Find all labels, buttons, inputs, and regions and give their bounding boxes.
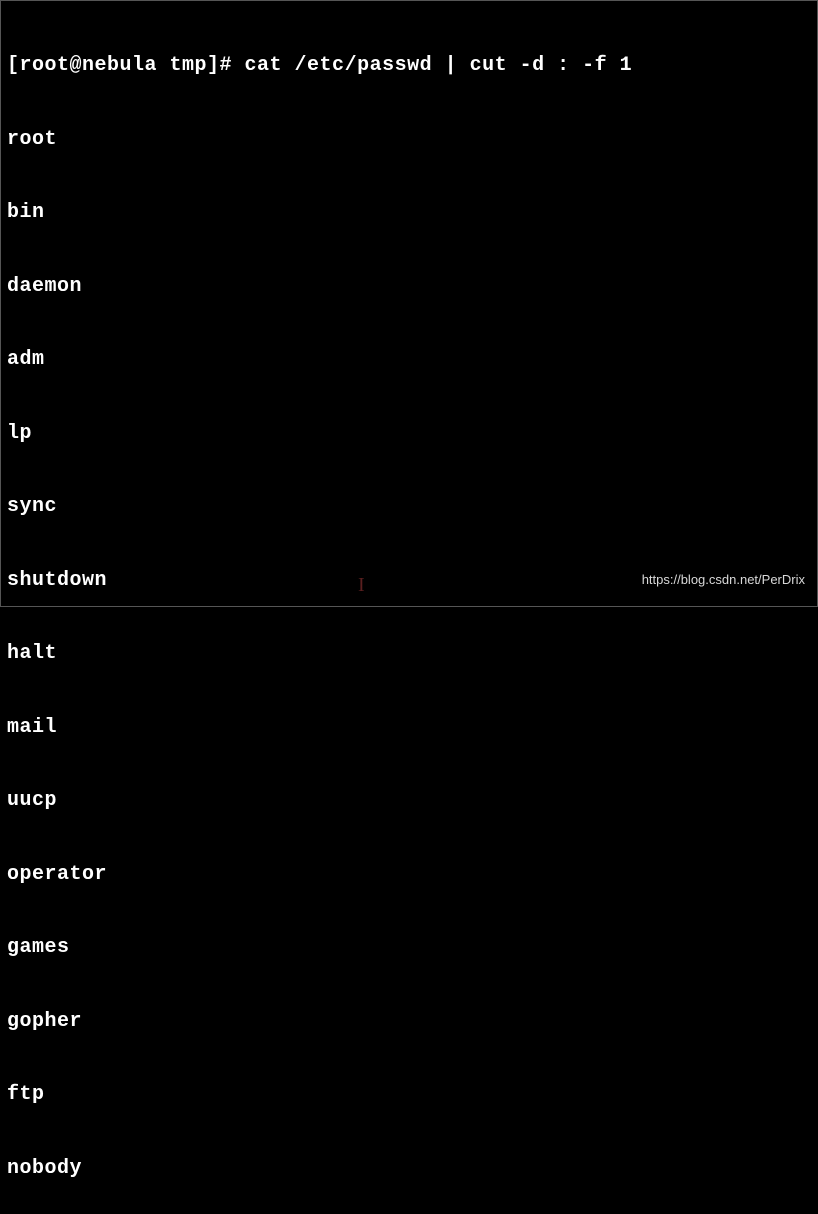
- output-line: root: [7, 128, 811, 153]
- prompt-prefix: [root@nebula tmp]#: [7, 54, 245, 77]
- command-text: cat /etc/passwd | cut -d : -f 1: [245, 54, 633, 77]
- output-line: games: [7, 936, 811, 961]
- watermark-text: https://blog.csdn.net/PerDrix: [642, 568, 805, 593]
- output-line: sync: [7, 495, 811, 520]
- output-line: nobody: [7, 1157, 811, 1182]
- output-line: uucp: [7, 789, 811, 814]
- output-line: mail: [7, 716, 811, 741]
- output-line: daemon: [7, 275, 811, 300]
- text-caret-icon: I: [358, 573, 362, 591]
- output-line: gopher: [7, 1010, 811, 1035]
- output-line: bin: [7, 201, 811, 226]
- output-line: adm: [7, 348, 811, 373]
- output-line: halt: [7, 642, 811, 667]
- output-line: operator: [7, 863, 811, 888]
- output-line: lp: [7, 422, 811, 447]
- command-line-1: [root@nebula tmp]# cat /etc/passwd | cut…: [7, 54, 811, 79]
- output-line: ftp: [7, 1083, 811, 1108]
- terminal-window[interactable]: [root@nebula tmp]# cat /etc/passwd | cut…: [7, 5, 811, 1214]
